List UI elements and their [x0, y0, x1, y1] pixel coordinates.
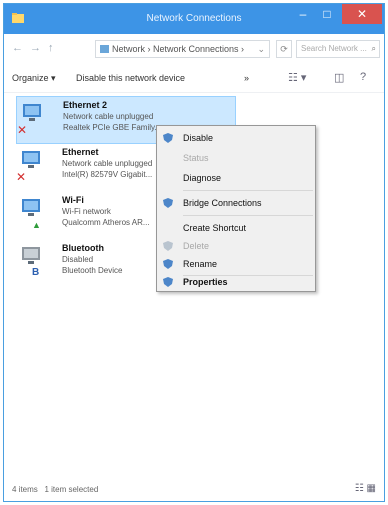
organize-button[interactable]: Organize ▾ [12, 73, 56, 84]
maximize-button[interactable]: □ [316, 4, 338, 24]
address-bar[interactable]: Network › Network Connections › ⌄ [95, 40, 270, 58]
forward-button[interactable]: → [30, 42, 41, 54]
view-options-button[interactable]: ☷ ▾ [288, 71, 306, 84]
title-bar[interactable]: Network Connections – □ ✕ [4, 4, 384, 34]
back-button[interactable]: ← [12, 42, 23, 54]
search-placeholder: Search Network ... [301, 44, 367, 53]
more-commands-button[interactable]: » [244, 73, 249, 83]
menu-item-diagnose[interactable]: Diagnose [157, 168, 315, 188]
menu-item-rename[interactable]: Rename [157, 254, 315, 274]
connection-device: Qualcomm Atheros AR... [62, 218, 150, 227]
preview-pane-button[interactable]: ◫ [334, 71, 344, 84]
disable-device-button[interactable]: Disable this network device [76, 73, 185, 83]
shield-icon [163, 277, 173, 287]
connection-name: Wi-Fi [62, 195, 84, 205]
connection-name: Bluetooth [62, 243, 104, 253]
menu-separator [183, 215, 313, 216]
menu-item-properties[interactable]: Properties [157, 272, 315, 292]
connection-status: Network cable unplugged [62, 159, 153, 168]
menu-item-disable[interactable]: Disable [157, 128, 315, 148]
connection-status: Network cable unplugged [63, 112, 154, 121]
shield-icon [163, 198, 173, 208]
context-menu: Disable Status Diagnose Bridge Connectio… [156, 125, 316, 292]
close-button[interactable]: ✕ [342, 4, 382, 24]
address-row: ← → ↑ Network › Network Connections › ⌄ … [4, 34, 384, 64]
connection-name: Ethernet 2 [63, 100, 108, 110]
view-toggle-buttons[interactable]: ☷ ▦ [355, 483, 376, 494]
disconnected-icon: ✕ [17, 123, 28, 137]
bluetooth-icon: B [32, 267, 40, 278]
address-path: Network › Network Connections › [112, 44, 245, 54]
connection-name: Ethernet [62, 147, 99, 157]
signal-icon: ▲ [32, 220, 41, 230]
search-input[interactable]: Search Network ... ⌕ [296, 40, 380, 58]
minimize-button[interactable]: – [292, 4, 314, 24]
status-bar: 4 items 1 item selected ☷ ▦ [4, 479, 384, 501]
command-bar: Organize ▾ Disable this network device »… [4, 64, 384, 93]
connection-device: Realtek PCIe GBE Family... [63, 123, 162, 132]
menu-separator [183, 190, 313, 191]
connection-status: Wi-Fi network [62, 207, 111, 216]
connection-device: Intel(R) 82579V Gigabit... [62, 170, 153, 179]
help-button[interactable]: ? [360, 71, 366, 83]
chevron-down-icon[interactable]: ⌄ [257, 41, 265, 57]
menu-item-create-shortcut[interactable]: Create Shortcut [157, 218, 315, 238]
shield-icon [163, 133, 173, 143]
explorer-window: Network Connections – □ ✕ ← → ↑ Network … [3, 3, 385, 502]
status-selected: 1 item selected [44, 485, 99, 494]
shield-icon [163, 241, 173, 251]
connection-device: Bluetooth Device [62, 266, 123, 275]
menu-item-bridge-connections[interactable]: Bridge Connections [157, 193, 315, 213]
connection-status: Disabled [62, 255, 94, 264]
up-button[interactable]: ↑ [48, 42, 54, 54]
search-icon: ⌕ [371, 44, 376, 53]
status-count: 4 items 1 item selected [12, 485, 99, 494]
menu-item-status[interactable]: Status [157, 148, 315, 168]
shield-icon [163, 259, 173, 269]
disconnected-icon: ✕ [16, 170, 27, 184]
menu-item-delete[interactable]: Delete [157, 236, 315, 256]
network-icon [100, 45, 109, 53]
refresh-button[interactable]: ⟳ [276, 40, 292, 58]
